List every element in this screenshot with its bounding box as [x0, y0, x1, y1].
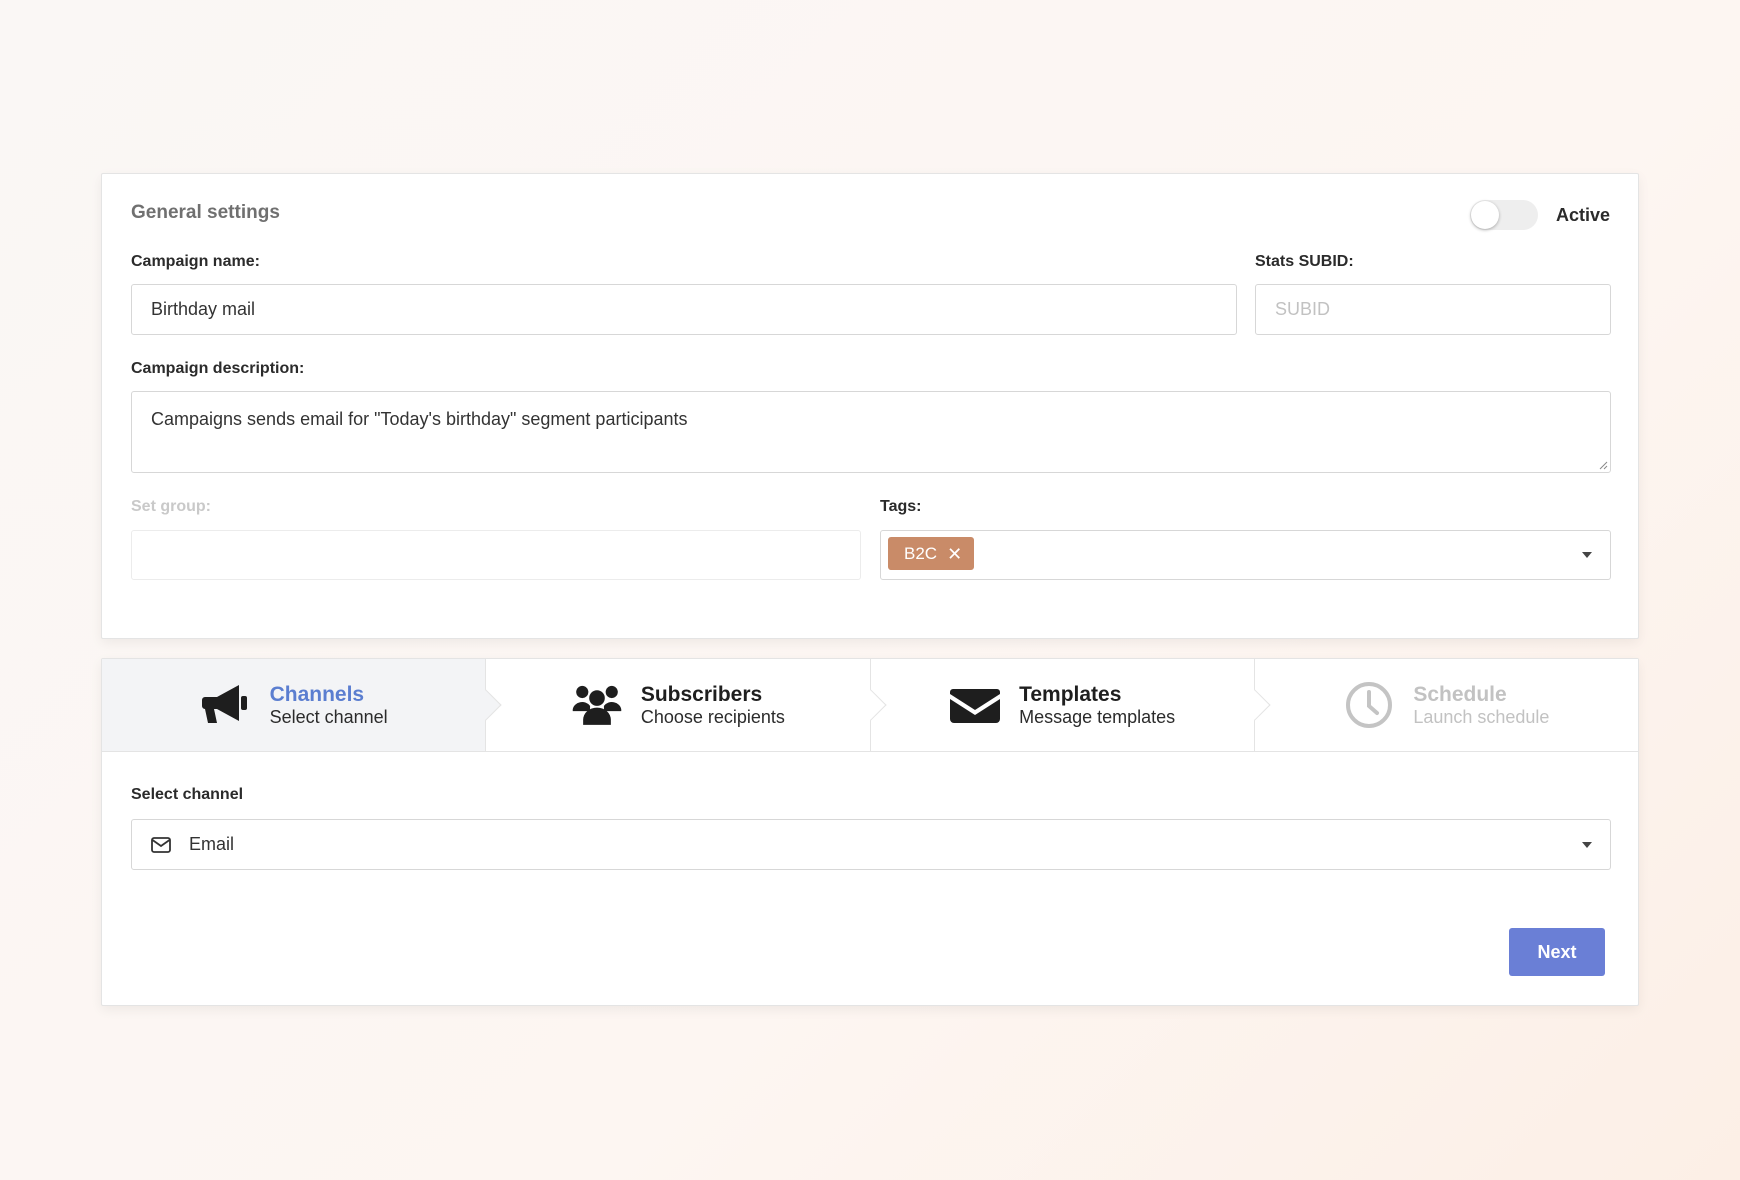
step-channels-title: Channels — [269, 682, 365, 706]
active-label: Active — [1555, 204, 1610, 225]
stats-subid-input[interactable]: SUBID — [1255, 284, 1611, 335]
step-schedule[interactable]: Schedule Launch schedule — [1253, 659, 1638, 751]
step-subscribers-title: Subscribers — [640, 682, 763, 706]
step-schedule-subtitle: Launch schedule — [1413, 706, 1550, 727]
step-schedule-title: Schedule — [1413, 682, 1507, 706]
chevron-down-icon[interactable] — [1582, 841, 1592, 848]
active-toggle-group: Active — [1469, 200, 1610, 230]
general-settings-title: General settings — [131, 202, 280, 223]
chevron-down-icon[interactable] — [1582, 552, 1592, 558]
users-icon — [571, 679, 623, 731]
campaign-name-input[interactable]: Birthday mail — [131, 284, 1237, 335]
channel-select[interactable]: Email — [131, 819, 1611, 870]
steps-bar: Channels Select channel Subscribers Choo… — [102, 659, 1638, 752]
select-channel-label: Select channel — [131, 786, 244, 803]
campaign-description-textarea[interactable]: Campaigns sends email for "Today's birth… — [131, 391, 1611, 473]
clock-icon — [1343, 679, 1395, 731]
campaign-name-label: Campaign name: — [131, 253, 260, 270]
tag-chip-b2c: B2C ✕ — [888, 537, 975, 570]
stats-subid-label: Stats SUBID: — [1255, 253, 1354, 270]
megaphone-icon — [200, 679, 252, 731]
resize-grip-icon[interactable] — [1598, 460, 1608, 470]
step-templates-title: Templates — [1019, 682, 1122, 706]
channel-select-value: Email — [189, 834, 235, 854]
step-templates-subtitle: Message templates — [1019, 706, 1176, 727]
step-templates[interactable]: Templates Message templates — [869, 659, 1271, 751]
set-group-label: Set group: — [131, 498, 211, 515]
campaign-steps-card: Channels Select channel Subscribers Choo… — [101, 658, 1639, 1006]
campaign-description-label: Campaign description: — [131, 360, 305, 377]
step-subscribers-subtitle: Choose recipients — [640, 706, 785, 727]
envelope-outline-icon — [151, 836, 171, 853]
tags-label: Tags: — [880, 498, 922, 515]
step-channels-subtitle: Select channel — [269, 706, 388, 727]
tag-chip-label: B2C — [904, 543, 938, 563]
remove-tag-icon[interactable]: ✕ — [947, 545, 962, 563]
step-channels[interactable]: Channels Select channel — [102, 659, 502, 751]
step-subscribers[interactable]: Subscribers Choose recipients — [485, 659, 887, 751]
campaign-description-text: Campaigns sends email for "Today's birth… — [151, 409, 688, 429]
next-button[interactable]: Next — [1509, 928, 1605, 976]
general-settings-card: General settings Active Campaign name: B… — [101, 173, 1639, 639]
set-group-input — [131, 530, 861, 580]
toggle-knob — [1470, 201, 1499, 229]
envelope-icon — [949, 679, 1001, 731]
active-toggle[interactable] — [1469, 200, 1538, 230]
tags-select[interactable]: B2C ✕ — [880, 530, 1611, 580]
